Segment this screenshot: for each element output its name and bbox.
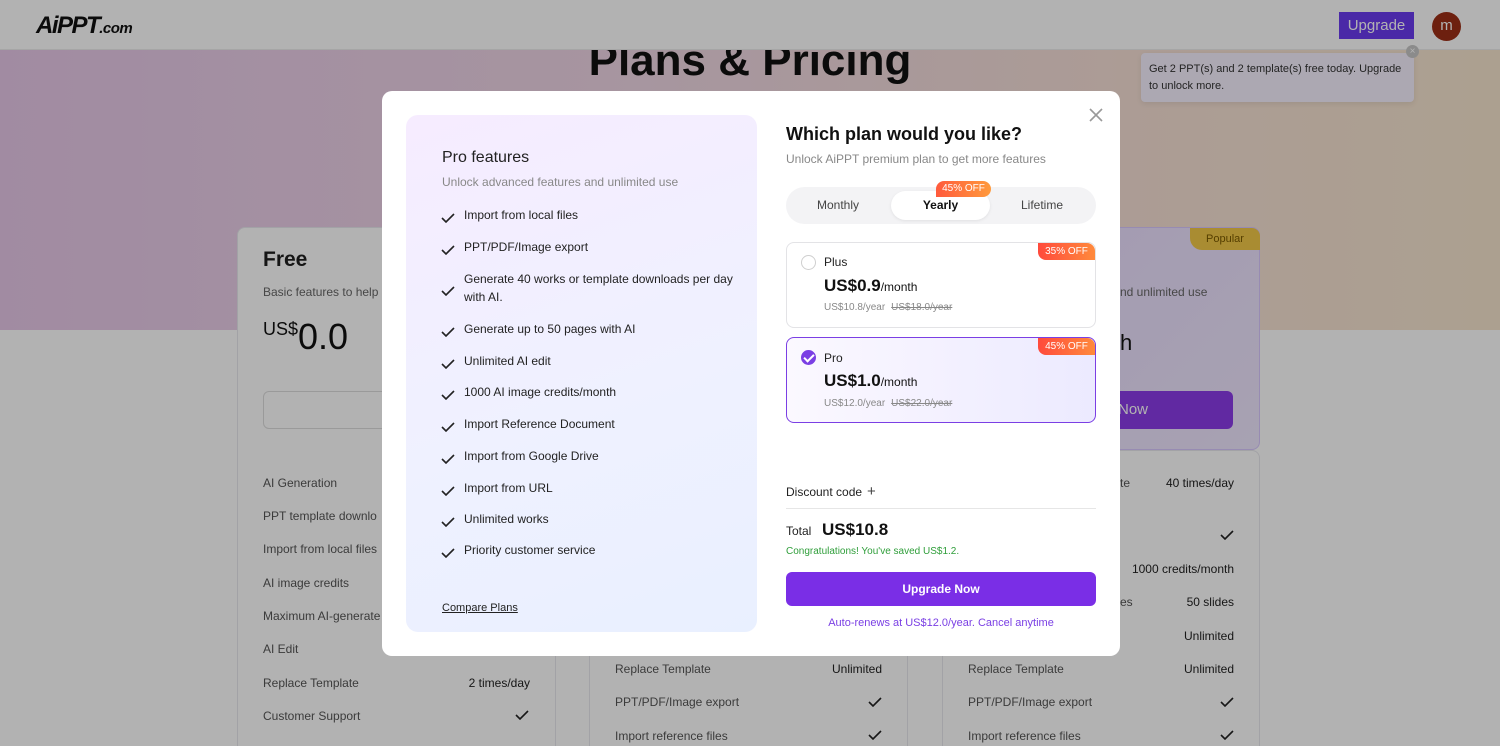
plus-plan-price: US$0.9/month: [824, 276, 918, 295]
pro-discount-badge: 45% OFF: [1038, 338, 1095, 355]
feature-item: PPT/PDF/Image export: [441, 238, 746, 256]
upgrade-now-button[interactable]: Upgrade Now: [786, 572, 1096, 606]
plus-discount-badge: 35% OFF: [1038, 243, 1095, 260]
check-icon: [441, 545, 455, 563]
auto-renew-note: Auto-renews at US$12.0/year. Cancel anyt…: [828, 617, 1054, 629]
check-icon: [441, 210, 455, 228]
divider: [786, 508, 1096, 509]
check-icon: [441, 483, 455, 501]
period-lifetime-tab[interactable]: Lifetime: [994, 191, 1090, 220]
check-icon: [441, 324, 455, 342]
feature-item: Import from Google Drive: [441, 447, 746, 465]
modal-subtitle: Unlock AiPPT premium plan to get more fe…: [786, 152, 1046, 166]
pro-radio-checked[interactable]: [801, 350, 816, 365]
modal-title: Which plan would you like?: [786, 124, 1023, 144]
period-monthly-tab[interactable]: Monthly: [790, 191, 886, 220]
feature-item: Priority customer service: [441, 541, 746, 559]
feature-item: Import Reference Document: [441, 415, 746, 433]
feature-item: Generate up to 50 pages with AI: [441, 320, 746, 338]
features-subtitle: Unlock advanced features and unlimited u…: [442, 175, 679, 189]
check-icon: [441, 283, 455, 301]
check-icon: [441, 514, 455, 532]
check-icon: [441, 242, 455, 260]
total-label: Total: [786, 524, 812, 538]
feature-item: Import from local files: [441, 206, 746, 224]
yearly-discount-badge: 45% OFF: [936, 181, 991, 197]
feature-item: Import from URL: [441, 479, 746, 497]
compare-plans-link[interactable]: Compare Plans: [442, 602, 518, 614]
discount-code-toggle[interactable]: Discount code: [786, 485, 862, 499]
plus-plan-name: Plus: [824, 255, 848, 269]
feature-item: Unlimited works: [441, 510, 746, 528]
features-title: Pro features: [442, 149, 530, 166]
pro-plan-price: US$1.0/month: [824, 371, 918, 390]
check-icon: [441, 419, 455, 437]
savings-message: Congratulations! You've saved US$1.2.: [786, 546, 960, 557]
check-icon: [441, 356, 455, 374]
plus-icon[interactable]: +: [867, 484, 876, 499]
check-icon: [441, 387, 455, 405]
pro-plan-name: Pro: [824, 351, 843, 365]
check-icon: [441, 451, 455, 469]
feature-item: 1000 AI image credits/month: [441, 383, 746, 401]
feature-item: Unlimited AI edit: [441, 352, 746, 370]
plus-yearly-price: US$10.8/year US$18.0/year: [824, 302, 953, 313]
pro-yearly-price: US$12.0/year US$22.0/year: [824, 398, 953, 409]
plus-radio[interactable]: [801, 255, 816, 270]
total-value: US$10.8: [822, 520, 889, 539]
feature-item: Generate 40 works or template downloads …: [441, 270, 746, 306]
close-icon[interactable]: [1087, 106, 1105, 124]
